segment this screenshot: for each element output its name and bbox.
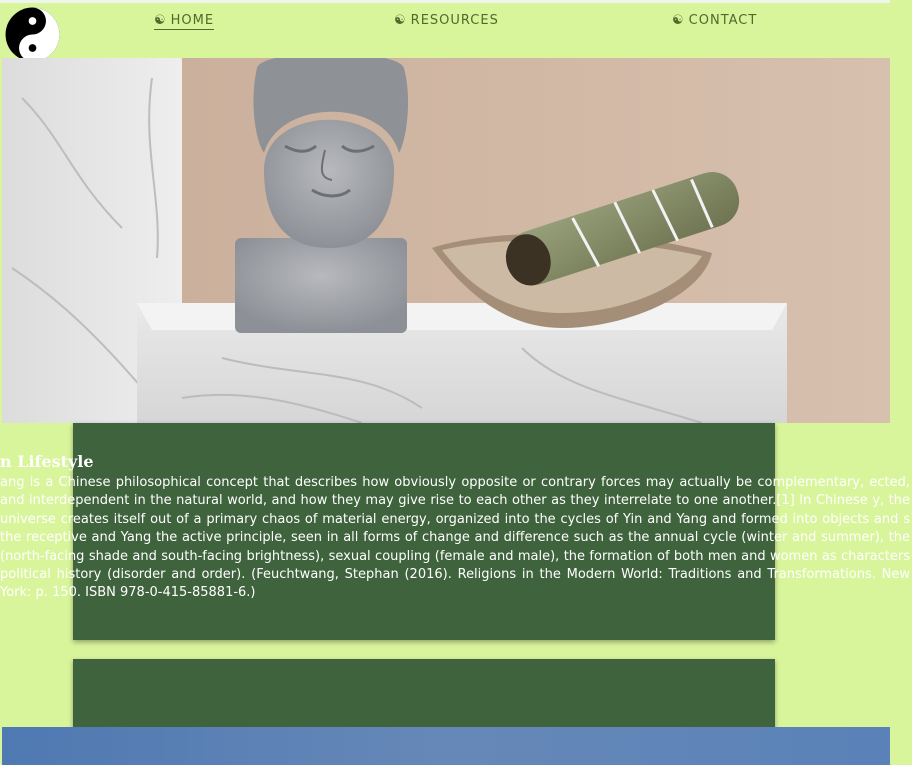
content-section: n Lifestyle ang is a Chinese philosophic… — [0, 423, 912, 653]
yin-yang-icon: ☯ — [672, 13, 685, 28]
nav-home-link[interactable]: ☯ HOME — [154, 13, 215, 30]
nav-home-label: HOME — [170, 13, 215, 28]
section-body-text: ang is a Chinese philosophical concept t… — [0, 475, 910, 601]
yin-yang-icon: ☯ — [154, 13, 167, 28]
nav-resources-label: RESOURCES — [410, 13, 499, 28]
nav-contact-link[interactable]: ☯ CONTACT — [672, 13, 757, 28]
hero-photo — [2, 58, 890, 423]
top-nav: ☯ HOME ☯ RESOURCES ☯ CONTACT — [0, 3, 843, 62]
yin-yang-icon: ☯ — [394, 13, 407, 28]
yin-yang-logo-icon[interactable] — [5, 7, 60, 62]
nav-contact-label: CONTACT — [688, 13, 758, 28]
hero-image — [2, 58, 890, 423]
secondary-panel — [73, 659, 775, 729]
bottom-image-band — [2, 727, 890, 765]
section-heading: n Lifestyle — [0, 452, 94, 471]
nav-resources-link[interactable]: ☯ RESOURCES — [394, 13, 499, 28]
